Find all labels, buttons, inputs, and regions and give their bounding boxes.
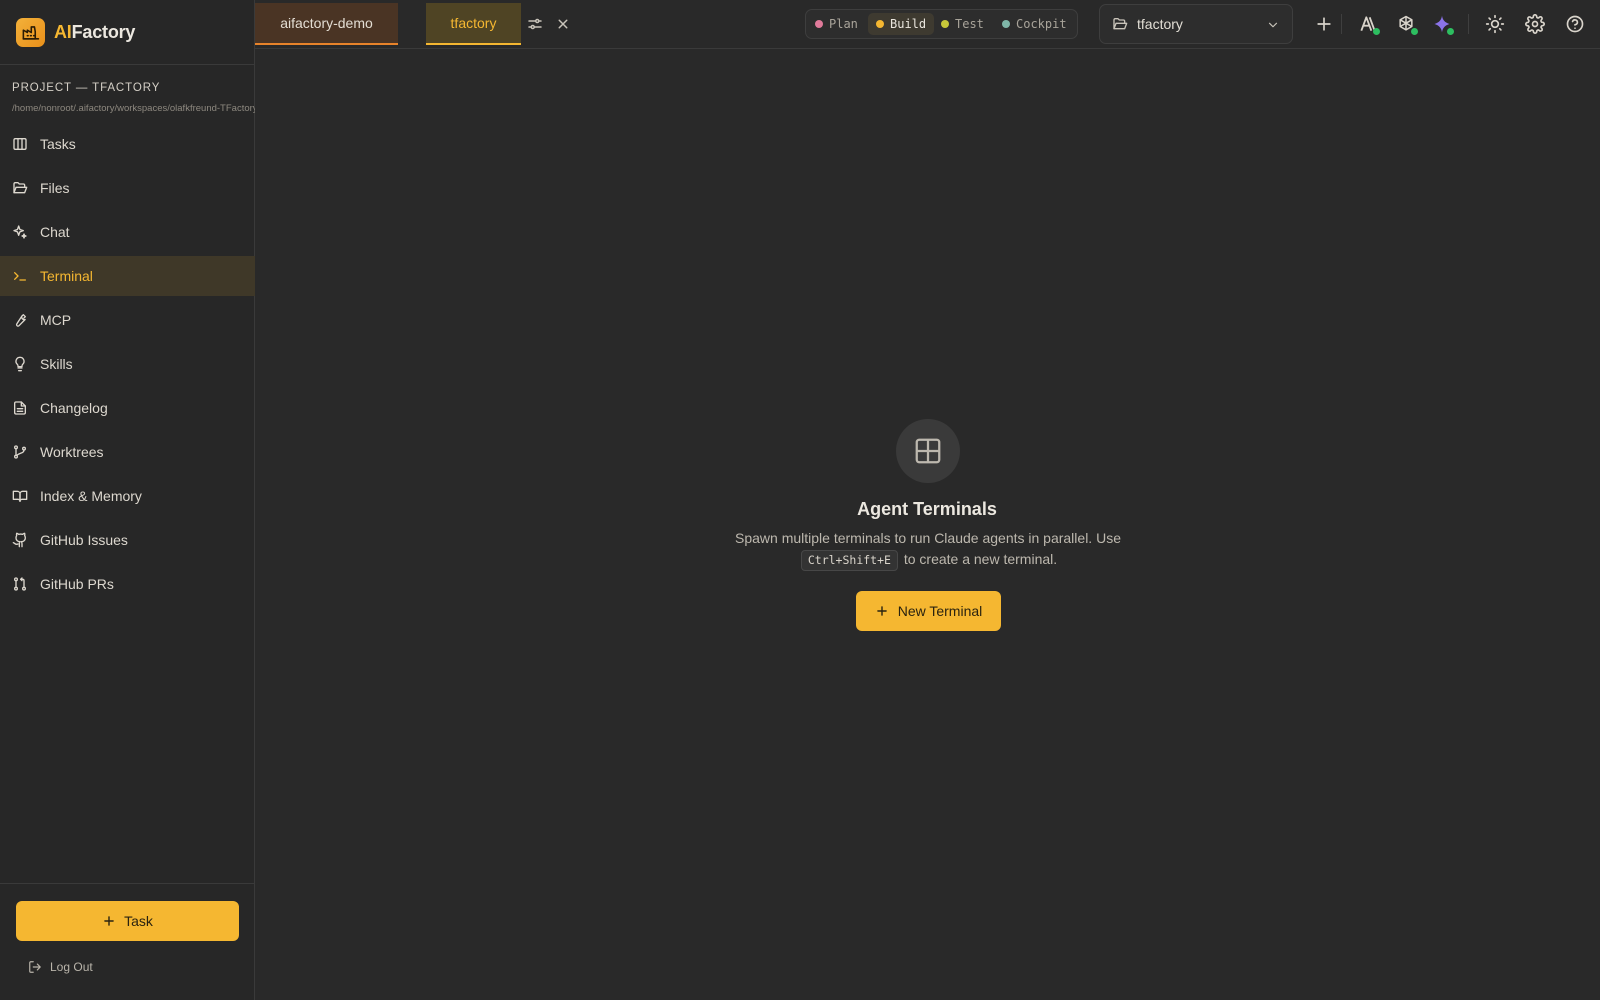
mode-test[interactable]: Test [933,13,992,35]
tab-label: tfactory [450,15,497,31]
empty-state-description: Spawn multiple terminals to run Claude a… [705,528,1151,571]
mode-cockpit[interactable]: Cockpit [994,13,1075,35]
sidebar-nav: Tasks Files Chat Terminal MCP Skills Cha… [0,124,255,608]
folder-open-icon [13,182,28,194]
wrench-icon [15,314,26,327]
logout-label: Log Out [50,960,93,974]
mode-dot [941,20,949,28]
sidebar-item-github-prs[interactable]: GitHub PRs [0,564,255,604]
brand-name-ai: AI [54,21,72,42]
factory-logo-icon [16,17,45,47]
mode-dot [876,20,884,28]
sidebar-item-label: Worktrees [40,444,104,460]
git-branch-icon [14,445,26,459]
empty-desc-before: Spawn multiple terminals to run Claude a… [735,530,1121,546]
mode-label: Plan [829,17,858,31]
project-path: /home/nonroot/.aifactory/workspaces/olaf… [12,103,255,114]
sidebar-item-skills[interactable]: Skills [0,344,255,384]
sidebar-item-label: Chat [40,224,70,240]
sidebar-item-mcp[interactable]: MCP [0,300,255,340]
mode-label: Build [890,17,927,31]
sidebar-item-terminal[interactable]: Terminal [0,256,255,296]
sidebar-item-worktrees[interactable]: Worktrees [0,432,255,472]
sliders-icon[interactable] [526,15,544,33]
status-badge [1411,28,1418,35]
mode-switcher: Plan Build Test Cockpit [805,9,1078,39]
plus-icon [104,916,114,926]
git-pull-request-icon [14,577,26,591]
mode-dot [1002,20,1010,28]
sidebar-item-files[interactable]: Files [0,168,255,208]
status-badge [1373,28,1380,35]
project-select[interactable]: tfactory [1099,4,1293,44]
anthropic-provider-button[interactable] [1358,14,1380,35]
sidebar-footer: Task Log Out [0,883,255,1000]
sidebar-item-label: Skills [40,356,73,372]
terminal-grid-icon-wrap [896,419,960,483]
sidebar-item-chat[interactable]: Chat [0,212,255,252]
empty-desc-after: to create a new terminal. [903,551,1058,567]
help-circle-icon[interactable] [1565,14,1585,34]
terminal-icon [14,272,26,281]
columns-icon [13,138,27,150]
sidebar-item-label: Index & Memory [40,488,142,504]
sidebar-item-label: Changelog [40,400,108,416]
status-badge [1447,28,1454,35]
sidebar-item-changelog[interactable]: Changelog [0,388,255,428]
sidebar-item-label: GitHub Issues [40,532,128,548]
divider [1341,14,1342,34]
folder-icon [1113,18,1128,30]
brand-name: AIFactory [54,22,135,43]
plus-icon[interactable] [1314,14,1334,34]
brand: AIFactory [0,0,254,65]
sun-icon[interactable] [1485,14,1505,34]
mode-label: Test [955,17,984,31]
chevron-down-icon [1268,22,1278,28]
new-task-button[interactable]: Task [16,901,239,941]
mode-build[interactable]: Build [868,13,935,35]
top-bar: aifactory-demo tfactory Plan Build Test … [255,0,1600,49]
openai-provider-button[interactable] [1396,14,1418,35]
gemini-provider-button[interactable] [1432,14,1454,35]
sparkles-icon [13,225,27,239]
sidebar: AIFactory PROJECT — TFACTORY /home/nonro… [0,0,255,1000]
close-icon[interactable] [554,15,572,33]
sidebar-item-label: GitHub PRs [40,576,114,592]
tab-aifactory-demo[interactable]: aifactory-demo [255,3,398,45]
sidebar-item-label: Terminal [40,268,93,284]
divider [1468,14,1469,34]
tab-tfactory[interactable]: tfactory [426,3,521,45]
lightbulb-icon [15,356,25,372]
shortcut-kbd: Ctrl+Shift+E [800,550,898,571]
log-out-icon [29,961,41,973]
book-open-icon [12,490,28,502]
sidebar-item-label: MCP [40,312,72,328]
plus-icon [876,606,887,616]
new-task-label: Task [124,913,153,929]
terminal-empty-state: Agent Terminals Spawn multiple terminals… [255,49,1600,1000]
sidebar-item-label: Files [40,180,70,196]
mode-plan[interactable]: Plan [807,13,866,35]
new-terminal-button[interactable]: New Terminal [856,591,1001,631]
logout-link[interactable]: Log Out [28,960,93,974]
tab-label: aifactory-demo [280,15,373,31]
layout-grid-icon [915,438,941,464]
mode-dot [815,20,823,28]
sidebar-item-tasks[interactable]: Tasks [0,124,255,164]
sidebar-item-index-memory[interactable]: Index & Memory [0,476,255,516]
github-icon [12,532,27,548]
gear-icon[interactable] [1525,14,1545,34]
brand-name-rest: Factory [71,21,136,42]
project-label: PROJECT — TFACTORY [12,82,161,94]
sidebar-item-label: Tasks [40,136,76,152]
mode-label: Cockpit [1016,17,1067,31]
new-terminal-label: New Terminal [897,603,983,619]
sidebar-item-github-issues[interactable]: GitHub Issues [0,520,255,560]
project-select-value: tfactory [1137,16,1183,32]
file-text-icon [14,401,26,415]
empty-state-title: Agent Terminals [857,499,997,519]
